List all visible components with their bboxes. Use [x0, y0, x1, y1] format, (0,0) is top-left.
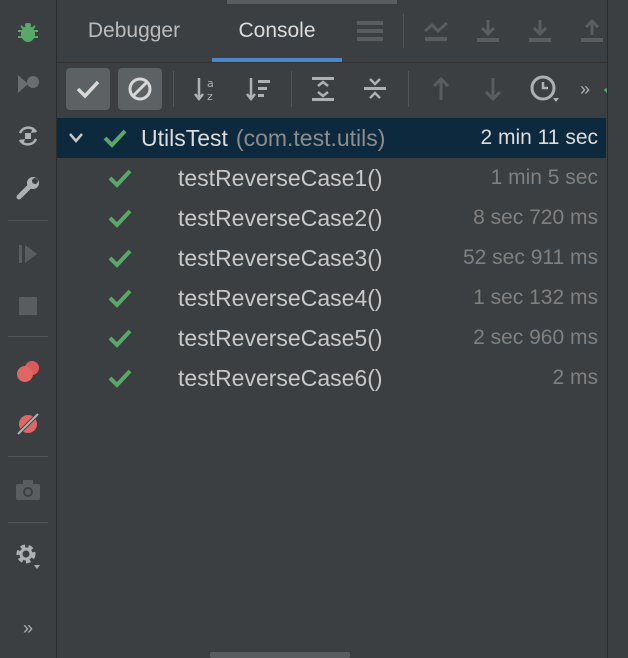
- tab-console-label: Console: [238, 19, 316, 42]
- test-row[interactable]: testReverseCase1() 1 min 5 sec: [57, 158, 606, 198]
- passed-check-icon: [95, 127, 135, 149]
- rerun-icon[interactable]: [0, 114, 56, 158]
- sidebar-separator: [8, 336, 48, 337]
- passed-check-icon: [57, 367, 143, 389]
- chevron-down-icon[interactable]: [57, 132, 95, 144]
- checkmark-icon: [76, 80, 100, 99]
- right-splitter[interactable]: [607, 0, 628, 658]
- test-name: testReverseCase4(): [178, 284, 383, 311]
- passed-check-icon: [57, 327, 143, 349]
- toolbar-separator: [291, 71, 292, 107]
- next-failed-test-icon[interactable]: [471, 68, 515, 110]
- passed-check-icon: [57, 167, 143, 189]
- active-tab-indicator: [212, 58, 342, 62]
- step-over-icon[interactable]: [471, 14, 505, 48]
- toolbar-overflow-button[interactable]: »: [567, 68, 603, 110]
- svg-text:z: z: [207, 90, 213, 103]
- expand-all-icon[interactable]: [301, 68, 345, 110]
- show-ignored-toggle[interactable]: [118, 68, 162, 110]
- resume-icon[interactable]: [0, 232, 56, 276]
- collapse-all-icon[interactable]: [353, 68, 397, 110]
- sidebar-separator: [8, 456, 48, 457]
- debug-bug-icon[interactable]: [0, 10, 56, 54]
- test-row[interactable]: testReverseCase2() 8 sec 720 ms: [57, 198, 606, 238]
- show-passed-toggle[interactable]: [66, 68, 110, 110]
- debug-sidebar: »: [0, 0, 57, 658]
- tree-root-row[interactable]: UtilsTest (com.test.utils) 2 min 11 sec: [57, 118, 606, 158]
- test-name: testReverseCase5(): [178, 324, 383, 351]
- test-class-package: (com.test.utils): [235, 124, 386, 151]
- toolbar-separator: [173, 71, 174, 107]
- ignored-icon: [128, 77, 152, 101]
- test-name: testReverseCase6(): [178, 364, 383, 391]
- test-duration: 2 ms: [552, 366, 598, 389]
- menu-lines-icon[interactable]: [353, 14, 387, 48]
- test-history-clock-icon[interactable]: [523, 68, 567, 110]
- tab-debugger[interactable]: Debugger: [69, 0, 199, 62]
- test-row[interactable]: testReverseCase5() 2 sec 960 ms: [57, 318, 606, 358]
- test-name: testReverseCase2(): [178, 204, 383, 231]
- test-class-duration: 2 min 11 sec: [480, 126, 599, 149]
- sidebar-separator: [8, 220, 48, 221]
- test-class-name: UtilsTest: [141, 124, 228, 151]
- debug-tabs: Debugger Console: [57, 0, 608, 63]
- test-duration: 1 min 5 sec: [490, 166, 598, 189]
- sidebar-separator: [8, 522, 48, 523]
- passed-check-icon: [57, 207, 143, 229]
- passed-check-icon: [57, 287, 143, 309]
- toolbar-separator: [408, 71, 409, 107]
- header-separator: [403, 14, 404, 48]
- test-duration: 1 sec 132 ms: [473, 286, 598, 309]
- test-runner-toolbar: az »: [57, 63, 623, 115]
- view-breakpoints-icon[interactable]: [0, 350, 56, 394]
- tab-console[interactable]: Console: [212, 0, 342, 62]
- test-duration: 52 sec 911 ms: [462, 246, 598, 269]
- test-results-tree: UtilsTest (com.test.utils) 2 min 11 sec …: [57, 116, 606, 648]
- mute-breakpoints-icon[interactable]: [0, 402, 56, 446]
- tab-debugger-label: Debugger: [87, 19, 181, 42]
- sidebar-overflow-button[interactable]: »: [0, 606, 56, 650]
- test-row[interactable]: testReverseCase6() 2 ms: [57, 358, 606, 398]
- test-name: testReverseCase1(): [178, 164, 383, 191]
- step-out-icon[interactable]: [575, 14, 609, 48]
- sort-alphabetically-icon[interactable]: az: [184, 68, 228, 110]
- show-execution-point-icon[interactable]: [419, 14, 453, 48]
- test-duration: 2 sec 960 ms: [473, 326, 598, 349]
- horizontal-scrollbar[interactable]: [210, 652, 350, 658]
- wrench-icon[interactable]: [0, 166, 56, 210]
- settings-gear-icon[interactable]: [0, 534, 56, 578]
- stop-icon[interactable]: [0, 284, 56, 328]
- test-row[interactable]: testReverseCase4() 1 sec 132 ms: [57, 278, 606, 318]
- previous-failed-test-icon[interactable]: [419, 68, 463, 110]
- sort-by-duration-icon[interactable]: [236, 68, 280, 110]
- svg-text:a: a: [207, 77, 214, 90]
- test-name: testReverseCase3(): [178, 244, 383, 271]
- restore-layout-icon[interactable]: [0, 62, 56, 106]
- test-row[interactable]: testReverseCase3() 52 sec 911 ms: [57, 238, 606, 278]
- test-duration: 8 sec 720 ms: [473, 206, 598, 229]
- passed-check-icon: [57, 247, 143, 269]
- camera-icon[interactable]: [0, 468, 56, 512]
- step-into-icon[interactable]: [523, 14, 557, 48]
